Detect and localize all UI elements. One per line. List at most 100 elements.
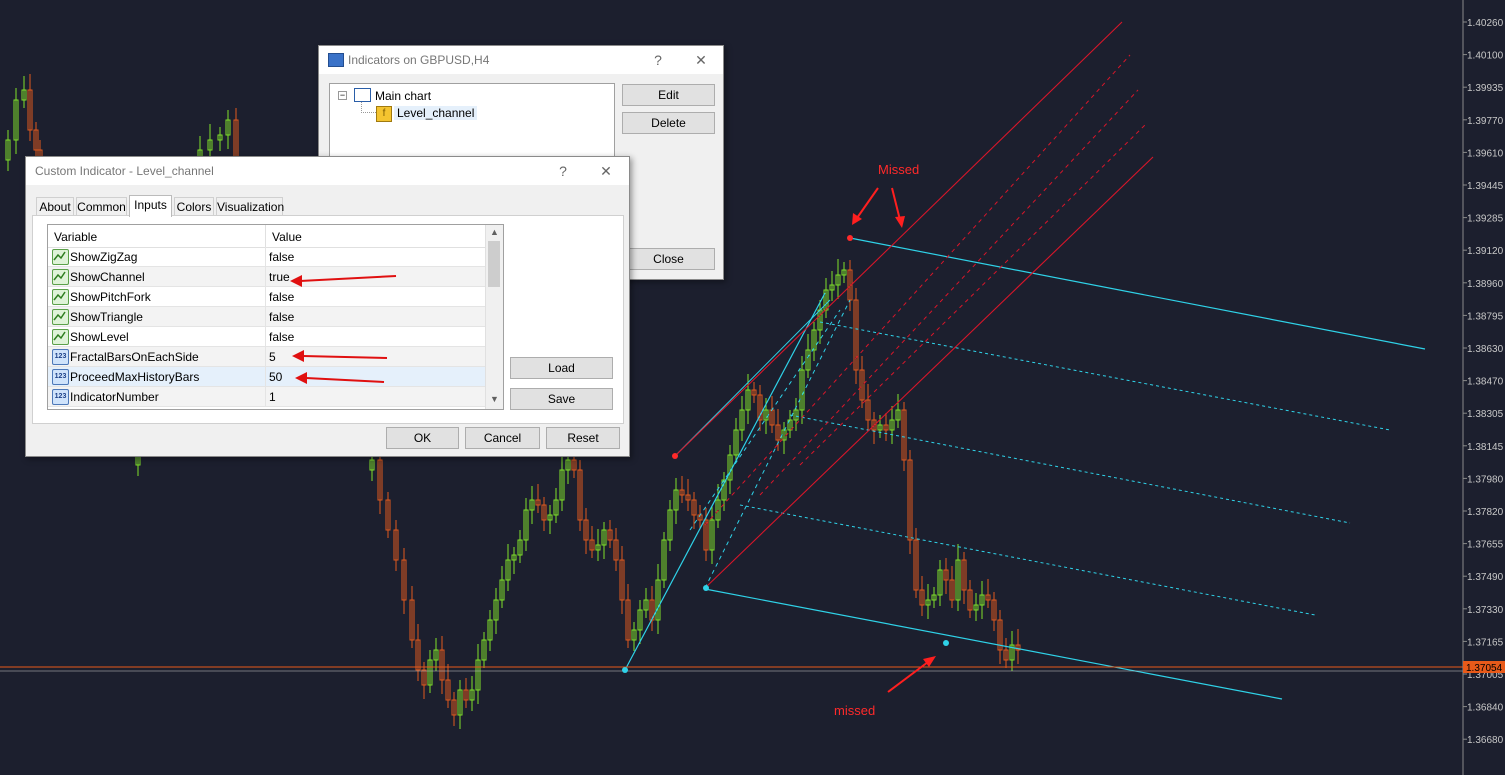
indicator-tree[interactable]: − Main chart f Level_channel bbox=[329, 83, 615, 160]
cancel-button[interactable]: Cancel bbox=[465, 427, 540, 449]
cyan-channel-mid-dash bbox=[704, 299, 851, 589]
input-value[interactable]: false bbox=[269, 290, 294, 304]
inputs-grid[interactable]: Variable Value ShowZigZag false ShowChanne… bbox=[47, 224, 504, 410]
custom-indicator-window[interactable]: Custom Indicator - Level_channel ? ✕ Abo… bbox=[25, 156, 630, 457]
header-variable[interactable]: Variable bbox=[54, 230, 97, 244]
cyan-channel-lower bbox=[624, 292, 826, 671]
input-value[interactable]: 50 bbox=[269, 370, 282, 384]
main-chart-icon bbox=[354, 88, 371, 102]
tab-inputs[interactable]: Inputs bbox=[129, 195, 172, 217]
input-variable-name: ShowChannel bbox=[70, 270, 145, 284]
fractal-point-mid bbox=[703, 585, 709, 591]
help-icon[interactable]: ? bbox=[647, 50, 669, 70]
scroll-down-icon[interactable]: ▼ bbox=[490, 394, 499, 404]
bool-param-icon bbox=[52, 269, 69, 285]
help-icon[interactable]: ? bbox=[552, 161, 574, 181]
tree-root-label[interactable]: Main chart bbox=[375, 89, 431, 103]
input-value[interactable]: false bbox=[269, 250, 294, 264]
input-row-showchannel[interactable]: ShowChannel true bbox=[48, 267, 486, 287]
input-value[interactable]: true bbox=[269, 270, 290, 284]
scroll-up-icon[interactable]: ▲ bbox=[490, 227, 499, 237]
price-axis-label: 1.39120 bbox=[1467, 246, 1504, 257]
close-icon[interactable]: ✕ bbox=[690, 50, 712, 70]
red-channel-dash2 bbox=[759, 89, 1139, 496]
red-channel-upper bbox=[674, 21, 1123, 457]
edit-button[interactable]: Edit bbox=[622, 84, 715, 106]
int-param-icon: 123 bbox=[52, 349, 69, 365]
input-row-indicatornumber[interactable]: 123 IndicatorNumber 1 bbox=[48, 387, 486, 407]
close-button[interactable]: Close bbox=[622, 248, 715, 270]
price-axis-label: 1.38470 bbox=[1467, 377, 1504, 388]
input-value[interactable]: 5 bbox=[269, 350, 276, 364]
input-variable-name: ProceedMaxHistoryBars bbox=[70, 370, 200, 384]
tab-visualization[interactable]: Visualization bbox=[216, 197, 284, 215]
custom-indicator-icon: f bbox=[376, 106, 392, 122]
fractal-point-missed bbox=[943, 640, 949, 646]
indicators-titlebar[interactable]: Indicators on GBPUSD,H4 ? ✕ bbox=[319, 46, 723, 74]
cyan-projection-top bbox=[849, 237, 1426, 350]
price-axis-label: 1.38795 bbox=[1467, 311, 1504, 322]
tree-child-label[interactable]: Level_channel bbox=[394, 106, 478, 120]
annotation-arrows bbox=[852, 187, 936, 693]
input-variable-name: IndicatorNumber bbox=[70, 390, 159, 404]
load-button[interactable]: Load bbox=[510, 357, 613, 379]
input-row-proceedmaxhistorybars[interactable]: 123 ProceedMaxHistoryBars 50 bbox=[48, 367, 486, 387]
indicators-window-icon bbox=[328, 53, 344, 67]
annotation-missed-top: Missed bbox=[878, 162, 919, 177]
ok-button[interactable]: OK bbox=[386, 427, 459, 449]
price-axis: 1.40260 1.40100 1.39935 1.39770 1.39610 1.394… bbox=[1463, 18, 1504, 746]
tree-connector bbox=[361, 102, 376, 113]
price-axis-label: 1.40260 bbox=[1467, 18, 1504, 29]
int-param-icon: 123 bbox=[52, 369, 69, 385]
indicators-window-title: Indicators on GBPUSD,H4 bbox=[348, 53, 490, 67]
custom-indicator-title: Custom Indicator - Level_channel bbox=[35, 164, 214, 178]
close-icon[interactable]: ✕ bbox=[595, 161, 617, 181]
input-variable-name: FractalBarsOnEachSide bbox=[70, 350, 199, 364]
input-row-showzigzag[interactable]: ShowZigZag false bbox=[48, 247, 486, 267]
price-axis-label: 1.39770 bbox=[1467, 116, 1504, 127]
price-axis-label: 1.39285 bbox=[1467, 214, 1504, 225]
input-variable-name: ShowTriangle bbox=[70, 310, 143, 324]
price-axis-label: 1.36840 bbox=[1467, 703, 1504, 714]
input-row-showpitchfork[interactable]: ShowPitchFork false bbox=[48, 287, 486, 307]
fractal-point-red bbox=[672, 453, 678, 459]
bool-param-icon bbox=[52, 309, 69, 325]
price-axis-label: 1.39935 bbox=[1467, 83, 1504, 94]
custom-indicator-titlebar[interactable]: Custom Indicator - Level_channel ? ✕ bbox=[26, 157, 629, 185]
price-axis-label: 1.38960 bbox=[1467, 279, 1504, 290]
grid-scrollbar[interactable]: ▲ ▼ bbox=[485, 225, 503, 409]
input-variable-name: ShowLevel bbox=[70, 330, 129, 344]
tree-collapse-icon[interactable]: − bbox=[338, 91, 347, 100]
price-axis-label: 1.40100 bbox=[1467, 51, 1504, 62]
price-axis-label: 1.37490 bbox=[1467, 572, 1504, 583]
input-value[interactable]: false bbox=[269, 330, 294, 344]
save-button[interactable]: Save bbox=[510, 388, 613, 410]
price-axis-label: 1.37330 bbox=[1467, 605, 1504, 616]
price-axis-label: 1.37165 bbox=[1467, 637, 1504, 648]
grid-header: Variable Value bbox=[48, 225, 486, 248]
input-variable-name: ShowPitchFork bbox=[70, 290, 151, 304]
scroll-thumb[interactable] bbox=[488, 241, 500, 287]
input-value[interactable]: 1 bbox=[269, 390, 276, 404]
price-axis-label: 1.37655 bbox=[1467, 540, 1504, 551]
price-axis-label: 1.38145 bbox=[1467, 442, 1504, 453]
bool-param-icon bbox=[52, 249, 69, 265]
tab-colors[interactable]: Colors bbox=[174, 197, 214, 215]
reset-button[interactable]: Reset bbox=[546, 427, 620, 449]
delete-button[interactable]: Delete bbox=[622, 112, 715, 134]
bool-param-icon bbox=[52, 329, 69, 345]
header-value[interactable]: Value bbox=[272, 230, 302, 244]
input-variable-name: ShowZigZag bbox=[70, 250, 138, 264]
tab-about[interactable]: About bbox=[36, 197, 74, 215]
input-row-fractalbarsoneachside[interactable]: 123 FractalBarsOnEachSide 5 bbox=[48, 347, 486, 367]
inputs-panel: Variable Value ShowZigZag false ShowChanne… bbox=[32, 215, 624, 424]
input-row-showtriangle[interactable]: ShowTriangle false bbox=[48, 307, 486, 327]
bool-param-icon bbox=[52, 289, 69, 305]
cyan-projection-dash3 bbox=[739, 504, 1316, 616]
price-axis-label: 1.38630 bbox=[1467, 344, 1504, 355]
price-axis-label: 1.37820 bbox=[1467, 507, 1504, 518]
input-value[interactable]: false bbox=[269, 310, 294, 324]
tab-common[interactable]: Common bbox=[76, 197, 127, 215]
price-axis-label: 1.39610 bbox=[1467, 148, 1504, 159]
input-row-showlevel[interactable]: ShowLevel false bbox=[48, 327, 486, 347]
